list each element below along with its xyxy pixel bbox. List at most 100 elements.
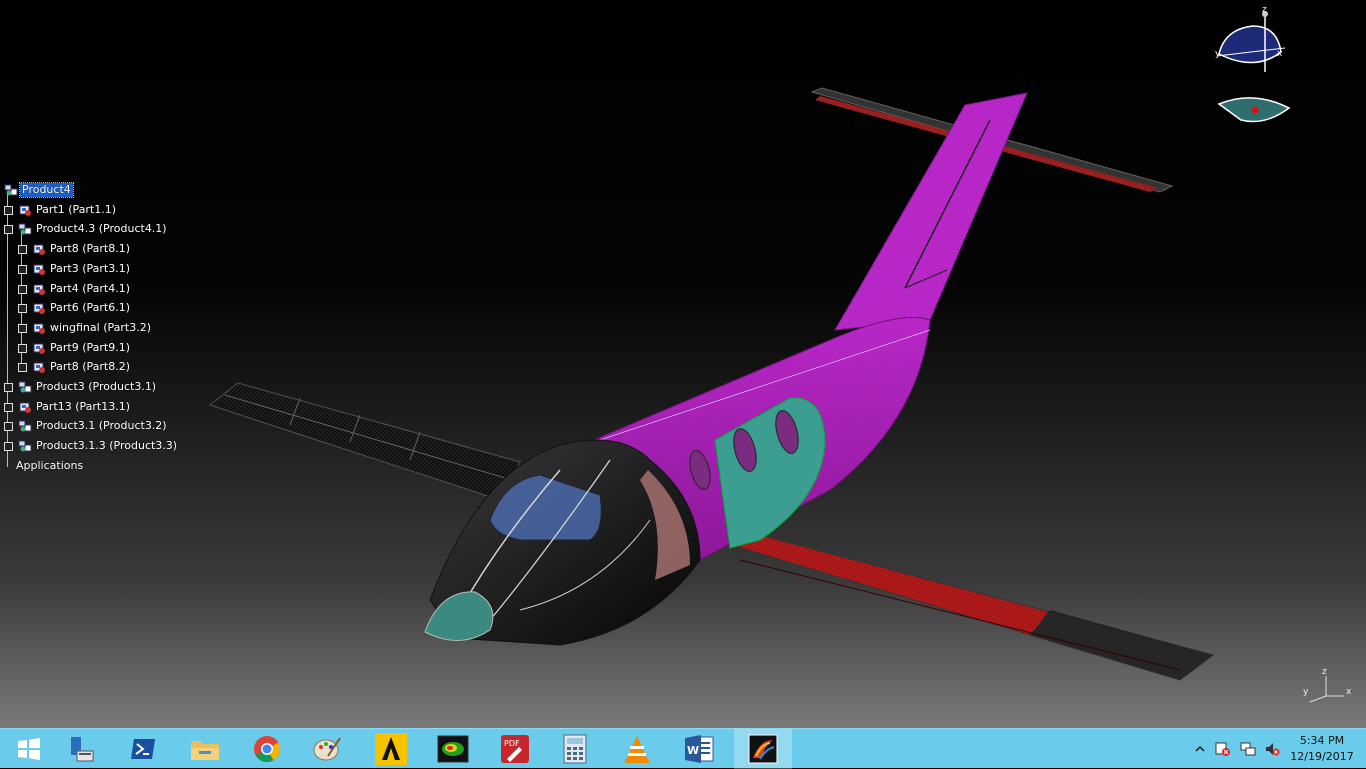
chevron-up-icon[interactable] (1192, 741, 1208, 757)
part-icon (33, 303, 45, 315)
action-center-warning-icon[interactable] (1215, 741, 1231, 757)
calculator-icon (563, 734, 587, 764)
word-icon: W (685, 735, 714, 763)
pdf-editor-icon: PDF (501, 735, 529, 763)
taskbar-paint[interactable] (298, 729, 356, 769)
tree-item[interactable]: Part4 (Part4.1) (18, 280, 132, 298)
tree-expander[interactable] (4, 442, 13, 452)
product-icon (18, 440, 32, 452)
start-icon (18, 738, 40, 760)
clock-date: 12/19/2017 (1290, 750, 1354, 763)
taskbar-ansys[interactable] (362, 729, 420, 769)
tree-expander[interactable] (18, 245, 27, 255)
ansys-icon (375, 733, 407, 765)
taskbar-chrome[interactable] (238, 729, 296, 769)
compass-x-label: x (1277, 49, 1283, 59)
paint-icon (313, 737, 341, 761)
tree-expander[interactable] (18, 304, 27, 314)
axis-x-label: x (1346, 687, 1352, 697)
tree-expander[interactable] (18, 323, 27, 333)
tree-expander[interactable] (18, 363, 27, 373)
aircraft-model[interactable] (0, 0, 1366, 728)
tree-item[interactable]: Part8 (Part8.1) (18, 240, 132, 258)
left-wing[interactable] (208, 382, 521, 501)
vlc-icon (625, 736, 649, 763)
taskbar-analysis-app[interactable] (424, 729, 482, 769)
taskbar-calculator[interactable] (546, 729, 604, 769)
part-icon (33, 284, 45, 295)
taskbar-powershell[interactable] (114, 729, 172, 769)
tree-expander[interactable] (18, 284, 27, 294)
part-icon (19, 205, 31, 216)
tree-item[interactable]: Product3 (Product3.1) (4, 378, 158, 396)
taskbar-vlc[interactable] (608, 729, 666, 769)
tree-item[interactable]: Part9 (Part9.1) (18, 339, 132, 357)
tree-item-label: Product3.1.3 (Product3.3) (36, 439, 178, 453)
tree-item-label: Product3 (Product3.1) (36, 380, 157, 393)
catia-icon (748, 734, 778, 764)
server-manager-icon (71, 737, 94, 762)
taskbar-file-explorer[interactable] (176, 729, 234, 769)
system-clock[interactable]: 5:34 PM 12/19/2017 (1284, 733, 1360, 765)
taskbar: PDF W 5:34 PM 12/19/2017 (0, 728, 1366, 769)
axis-y-label: y (1303, 687, 1309, 697)
tree-item-label: wingfinal (Part3.2) (50, 320, 151, 334)
compass-z-label: z (1262, 5, 1267, 15)
specification-tree[interactable]: Product4 Part1 (Part1.1) Product4.3 (Produ… (2, 181, 202, 481)
network-icon[interactable] (1240, 741, 1256, 757)
taskbar-word[interactable]: W (670, 729, 728, 769)
tree-item-label: Applications (16, 458, 84, 472)
tree-root[interactable]: Product4 (4, 181, 74, 199)
start-button[interactable] (0, 729, 58, 769)
taskbar-server-manager[interactable] (52, 729, 110, 769)
tree-expander[interactable] (18, 343, 27, 353)
tree-item-label: Part4 (Part4.1) (50, 281, 131, 295)
svg-text:PDF: PDF (504, 739, 520, 748)
right-wing[interactable] (714, 534, 1215, 681)
tree-item[interactable]: Part13 (Part13.1) (4, 398, 132, 416)
compass-y-label: y (1215, 49, 1221, 59)
tree-item[interactable]: Product3.1.3 (Product3.3) (4, 437, 179, 455)
compass-widget[interactable]: z y x (1205, 4, 1295, 128)
tree-item-label: Part8 (Part8.2) (50, 360, 131, 374)
tree-item-label: Part3 (Part3.1) (50, 261, 131, 275)
product-icon (18, 420, 32, 432)
part-icon (33, 343, 45, 354)
tree-item[interactable]: Part8 (Part8.2) (18, 358, 132, 376)
tree-item-label: Product4.3 (Product4.1) (36, 222, 167, 236)
tree-item-label: Product3.1 (Product3.2) (36, 419, 167, 433)
analysis-app-icon (437, 735, 469, 763)
tree-item[interactable]: Part6 (Part6.1) (18, 299, 132, 317)
tree-item[interactable]: Product4.3 (Product4.1) (4, 220, 169, 238)
3d-viewport[interactable]: Product4 Part1 (Part1.1) Product4.3 (Produ… (0, 0, 1366, 728)
product-icon (18, 381, 32, 393)
part-icon (33, 362, 45, 374)
part-icon (19, 402, 31, 413)
tree-expander[interactable] (4, 383, 13, 392)
powershell-icon (131, 739, 155, 759)
tree-expander[interactable] (18, 264, 27, 274)
tree-item-label: Part1 (Part1.1) (36, 202, 117, 216)
tree-item[interactable]: Product3.1 (Product3.2) (4, 417, 169, 435)
taskbar-catia[interactable] (734, 729, 792, 769)
taskbar-pdf-editor[interactable]: PDF (486, 729, 544, 769)
tree-item[interactable]: Part3 (Part3.1) (18, 260, 132, 278)
clock-time: 5:34 PM (1299, 734, 1345, 747)
part-icon (33, 264, 45, 275)
tree-item-label: Part6 (Part6.1) (50, 301, 131, 315)
axis-triad: z y x (1303, 667, 1352, 703)
product-icon (18, 223, 32, 235)
part-icon (33, 244, 45, 256)
volume-muted-icon[interactable] (1264, 741, 1280, 757)
tree-expander[interactable] (4, 402, 13, 412)
tree-item-applications[interactable]: Applications (14, 457, 85, 475)
tree-item-label: Part13 (Part13.1) (36, 399, 130, 413)
tree-expander[interactable] (4, 422, 13, 432)
part-icon (33, 323, 45, 334)
tree-item-label: Part9 (Part9.1) (50, 340, 131, 354)
tree-item[interactable]: wingfinal (Part3.2) (18, 319, 153, 337)
tree-expander[interactable] (4, 205, 13, 215)
tree-expander[interactable] (4, 225, 13, 235)
chrome-icon (254, 736, 281, 763)
tree-item[interactable]: Part1 (Part1.1) (4, 201, 118, 219)
